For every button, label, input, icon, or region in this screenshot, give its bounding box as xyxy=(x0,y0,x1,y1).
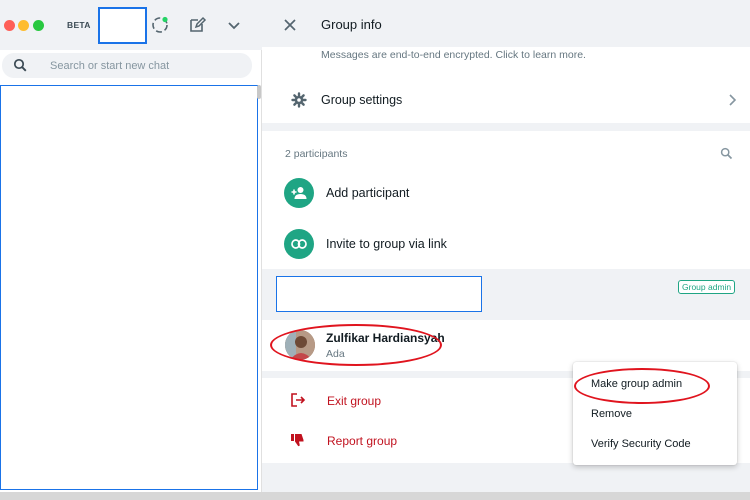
add-participant-label: Add participant xyxy=(326,186,410,200)
chat-list-pane: BETA xyxy=(0,0,262,492)
profile-avatar-placeholder[interactable] xyxy=(98,7,147,44)
group-settings-row[interactable]: Group settings xyxy=(262,83,750,117)
settings-card: Messages are end-to-end encrypted. Click… xyxy=(262,47,750,123)
highlight-ellipse xyxy=(270,324,442,366)
invite-via-link-label: Invite to group via link xyxy=(326,237,447,251)
close-icon[interactable] xyxy=(282,17,298,33)
verify-security-code-item[interactable]: Verify Security Code xyxy=(573,431,737,457)
invite-via-link-button[interactable]: Invite to group via link xyxy=(262,222,750,266)
remove-item[interactable]: Remove xyxy=(573,401,737,427)
chevron-right-icon xyxy=(726,93,738,107)
status-icon[interactable] xyxy=(150,15,170,35)
admin-badge: Group admin xyxy=(678,280,736,294)
add-person-icon xyxy=(284,178,314,208)
report-group-label: Report group xyxy=(327,434,398,448)
window-minimize-button[interactable] xyxy=(18,20,29,31)
page-title: Group info xyxy=(321,17,382,32)
new-chat-icon[interactable] xyxy=(187,15,207,35)
window-bottom-edge xyxy=(0,492,750,500)
search-input[interactable] xyxy=(50,58,245,74)
highlight-ellipse xyxy=(574,368,710,404)
chat-list-area[interactable] xyxy=(0,85,258,490)
chat-list-scrollbar[interactable] xyxy=(257,85,261,99)
search-icon[interactable] xyxy=(720,147,733,160)
link-icon xyxy=(284,229,314,259)
window-maximize-button[interactable] xyxy=(33,20,44,31)
sidebar-header: BETA xyxy=(0,0,262,50)
gear-icon xyxy=(291,92,307,108)
admin-participant-placeholder xyxy=(276,276,482,312)
add-participant-button[interactable]: Add participant xyxy=(262,171,750,215)
encryption-notice[interactable]: Messages are end-to-end encrypted. Click… xyxy=(321,49,586,61)
search-bar[interactable] xyxy=(2,53,252,78)
exit-icon xyxy=(290,392,306,408)
participants-count: 2 participants xyxy=(285,148,348,160)
window-close-button[interactable] xyxy=(4,20,15,31)
exit-group-label: Exit group xyxy=(327,394,382,408)
chevron-down-icon[interactable] xyxy=(224,15,244,35)
group-info-header: Group info xyxy=(262,0,750,50)
beta-label: BETA xyxy=(67,20,91,30)
participants-card: 2 participants Add participant Invite to… xyxy=(262,131,750,371)
participant-row-admin[interactable]: Group admin xyxy=(262,269,750,320)
thumbs-down-icon xyxy=(290,432,306,448)
search-icon xyxy=(13,58,28,73)
group-settings-label: Group settings xyxy=(321,93,403,107)
